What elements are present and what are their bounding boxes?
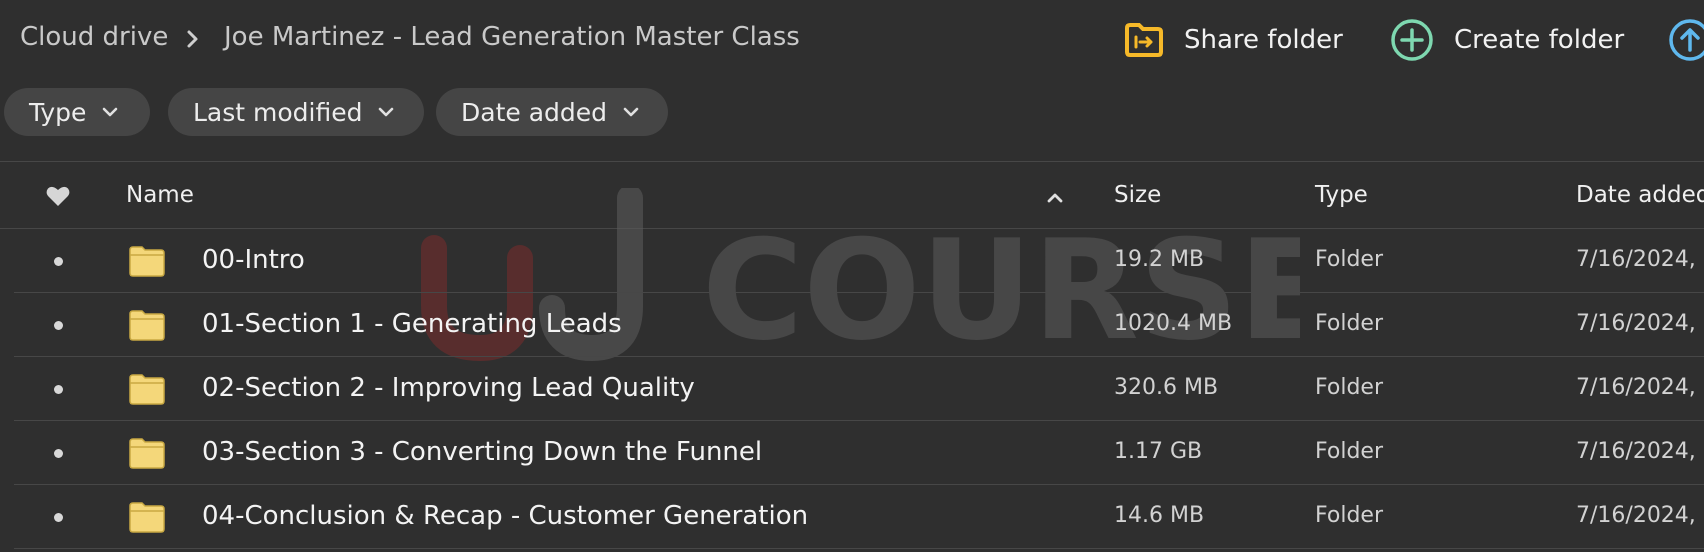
folder-share-icon	[1125, 23, 1163, 57]
chevron-right-icon	[187, 30, 198, 48]
file-type: Folder	[1315, 311, 1383, 336]
filter-date-added-label: Date added	[461, 97, 608, 127]
column-header-date-added[interactable]: Date added	[1576, 182, 1704, 208]
breadcrumb-current[interactable]: Joe Martinez - Lead Generation Master Cl…	[224, 22, 800, 52]
file-date-added: 7/16/2024,	[1576, 247, 1696, 272]
file-name[interactable]: 01-Section 1 - Generating Leads	[202, 309, 622, 339]
column-header-size[interactable]: Size	[1114, 182, 1161, 208]
table-header: Name Size Type Date added	[0, 162, 1704, 228]
file-date-added: 7/16/2024,	[1576, 375, 1696, 400]
file-date-added: 7/16/2024,	[1576, 503, 1696, 528]
folder-icon	[129, 246, 165, 277]
favourite-dot[interactable]	[54, 449, 63, 458]
chevron-down-icon	[623, 107, 639, 117]
file-name[interactable]: 04-Conclusion & Recap - Customer Generat…	[202, 501, 808, 531]
share-folder-button[interactable]: Share folder	[1124, 20, 1343, 60]
heart-icon[interactable]	[46, 185, 70, 207]
file-name[interactable]: 00-Intro	[202, 245, 305, 275]
file-size: 1020.4 MB	[1114, 311, 1233, 336]
row-divider	[14, 548, 1704, 549]
file-size: 19.2 MB	[1114, 247, 1205, 272]
filter-last-modified-chip[interactable]: Last modified	[168, 88, 424, 136]
plus-circle-icon	[1391, 19, 1433, 61]
table-row[interactable]: 04-Conclusion & Recap - Customer Generat…	[0, 485, 1704, 549]
table-row[interactable]: 02-Section 2 - Improving Lead Quality 320…	[0, 357, 1704, 421]
create-folder-label: Create folder	[1454, 25, 1625, 55]
column-header-type[interactable]: Type	[1315, 182, 1368, 208]
chevron-up-icon[interactable]	[1046, 192, 1064, 204]
table-row[interactable]: 03-Section 3 - Converting Down the Funne…	[0, 421, 1704, 485]
column-header-name[interactable]: Name	[126, 182, 194, 208]
folder-icon	[129, 374, 165, 405]
folder-icon	[129, 438, 165, 469]
chevron-down-icon	[379, 107, 394, 117]
favourite-dot[interactable]	[54, 257, 63, 266]
filter-date-added-chip[interactable]: Date added	[436, 88, 668, 136]
file-name[interactable]: 03-Section 3 - Converting Down the Funne…	[202, 437, 762, 467]
file-type: Folder	[1315, 503, 1383, 528]
share-folder-label: Share folder	[1184, 25, 1343, 55]
folder-icon	[129, 502, 165, 533]
favourite-dot[interactable]	[54, 385, 63, 394]
chevron-down-icon	[103, 107, 118, 117]
file-size: 14.6 MB	[1114, 503, 1205, 528]
file-date-added: 7/16/2024,	[1576, 439, 1696, 464]
favourite-dot[interactable]	[54, 513, 63, 522]
table-row[interactable]: 00-Intro 19.2 MB Folder 7/16/2024,	[0, 229, 1704, 293]
table-row[interactable]: 01-Section 1 - Generating Leads 1020.4 MB…	[0, 293, 1704, 357]
favourite-dot[interactable]	[54, 321, 63, 330]
file-type: Folder	[1315, 439, 1383, 464]
filter-last-modified-label: Last modified	[193, 97, 363, 127]
file-type: Folder	[1315, 375, 1383, 400]
upload-icon	[1669, 19, 1704, 61]
create-folder-button[interactable]: Create folder	[1390, 19, 1625, 61]
file-size: 320.6 MB	[1114, 375, 1219, 400]
filter-type-chip[interactable]: Type	[4, 88, 150, 136]
filter-type-label: Type	[29, 97, 87, 127]
file-name[interactable]: 02-Section 2 - Improving Lead Quality	[202, 373, 695, 403]
file-size: 1.17 GB	[1114, 439, 1203, 464]
file-date-added: 7/16/2024,	[1576, 311, 1696, 336]
upload-button[interactable]	[1668, 19, 1704, 61]
breadcrumb-root[interactable]: Cloud drive	[20, 22, 168, 52]
folder-icon	[129, 310, 165, 341]
file-type: Folder	[1315, 247, 1383, 272]
top-bar: Cloud drive Joe Martinez - Lead Generati…	[0, 0, 1704, 78]
